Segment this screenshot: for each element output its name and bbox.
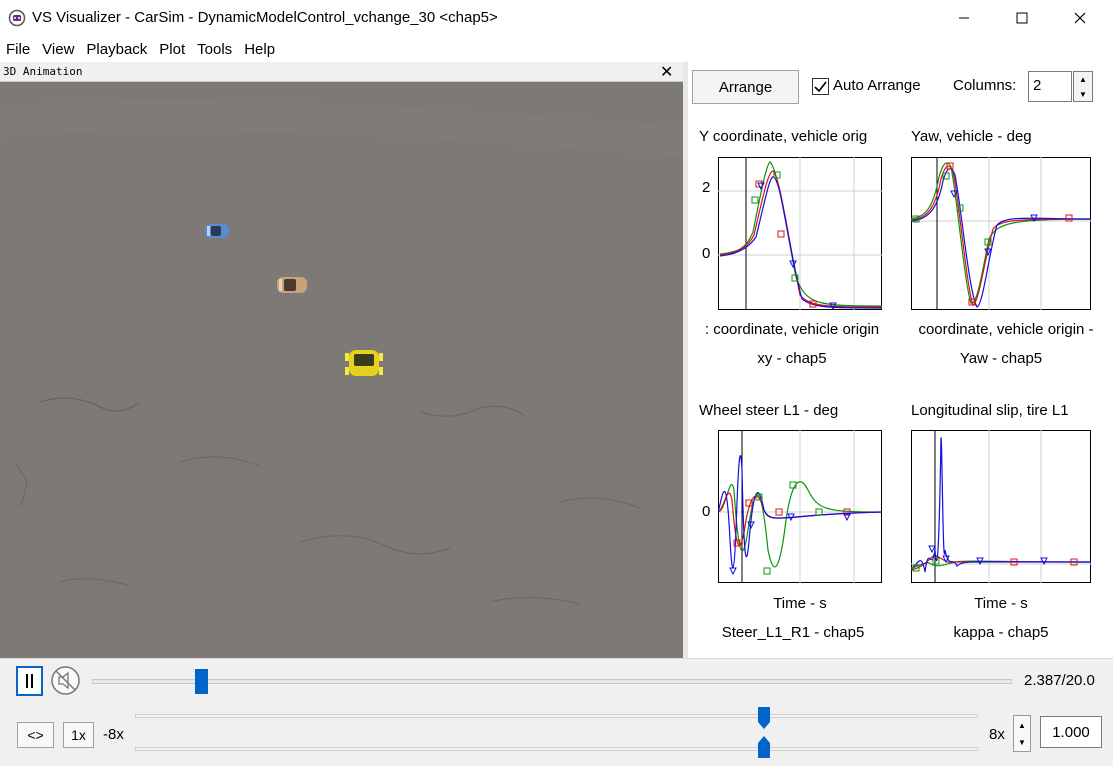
- close-window-button[interactable]: [1051, 0, 1109, 36]
- checkmark-icon: [814, 81, 827, 93]
- title-bar: VS Visualizer - CarSim - DynamicModelCon…: [0, 0, 1113, 36]
- animation-panel-header: 3D Animation ✕: [0, 62, 683, 82]
- tan-car-icon: [277, 277, 307, 293]
- menu-playback[interactable]: Playback: [80, 41, 153, 58]
- maximize-button[interactable]: [993, 0, 1051, 36]
- plot-caption: xy - chap5: [757, 350, 827, 367]
- plot-title: Y coordinate, vehicle orig: [699, 128, 868, 145]
- window-title: VS Visualizer - CarSim - DynamicModelCon…: [32, 9, 498, 26]
- pause-icon: [25, 674, 33, 688]
- plot-steer-chap5[interactable]: [718, 430, 882, 583]
- plot-kappa-chap5[interactable]: [911, 430, 1091, 583]
- max-speed-label: 8x: [989, 726, 1005, 743]
- minimize-button[interactable]: [935, 0, 993, 36]
- loop-button[interactable]: <>: [17, 722, 54, 748]
- plot-x-label: : coordinate, vehicle origin: [704, 321, 880, 338]
- spin-down-icon[interactable]: ▼: [1074, 87, 1092, 102]
- pause-button[interactable]: [16, 666, 43, 696]
- speed-input[interactable]: 1.000: [1040, 716, 1102, 748]
- speed-spinner[interactable]: ▲ ▼: [1013, 715, 1031, 752]
- plot-title: Longitudinal slip, tire L1: [911, 402, 1069, 419]
- speed-thumb-top-icon[interactable]: [757, 706, 771, 730]
- maximize-icon: [1016, 12, 1028, 24]
- yellow-car-icon: [345, 350, 383, 376]
- columns-label: Columns:: [953, 77, 1017, 94]
- menu-bar: File View Playback Plot Tools Help: [0, 36, 1113, 62]
- close-icon: [1074, 12, 1086, 24]
- plot-caption: Steer_L1_R1 - chap5: [721, 624, 865, 641]
- plot-yaw-chap5[interactable]: [911, 157, 1091, 310]
- speed-slider-top-rail: [135, 714, 978, 718]
- time-slider-track[interactable]: [92, 679, 1012, 684]
- plot-xy-chap5[interactable]: [718, 157, 882, 310]
- plot-title: Yaw, vehicle - deg: [911, 128, 1032, 145]
- plot-caption: kappa - chap5: [953, 624, 1049, 641]
- spin-up-icon[interactable]: ▲: [1014, 716, 1030, 734]
- menu-plot[interactable]: Plot: [153, 41, 191, 58]
- min-speed-label: -8x: [103, 726, 124, 743]
- columns-spinner[interactable]: ▲ ▼: [1073, 71, 1093, 102]
- plot-x-label: coordinate, vehicle origin -: [918, 321, 1094, 338]
- spin-up-icon[interactable]: ▲: [1074, 72, 1092, 87]
- speed-thumb-bottom-icon[interactable]: [757, 735, 771, 759]
- speed-slider-bottom-rail: [135, 747, 978, 751]
- spin-down-icon[interactable]: ▼: [1014, 734, 1030, 751]
- plot-x-label: Time - s: [773, 595, 827, 612]
- y-tick-label: 0: [702, 245, 711, 262]
- visualizer-window: VS Visualizer - CarSim - DynamicModelCon…: [0, 0, 1113, 766]
- animation-panel-title: 3D Animation: [3, 65, 83, 78]
- plot-panel: Arrange Auto Arrange Columns: 2 ▲ ▼ Y co…: [688, 62, 1113, 658]
- columns-input[interactable]: 2: [1028, 71, 1072, 102]
- auto-arrange-checkbox[interactable]: [812, 78, 829, 95]
- animation-close-button[interactable]: ✕: [660, 62, 673, 82]
- y-tick-label: 2: [702, 179, 711, 196]
- menu-view[interactable]: View: [36, 41, 80, 58]
- time-slider-thumb[interactable]: [194, 669, 208, 694]
- menu-help[interactable]: Help: [238, 41, 281, 58]
- ground-texture: [0, 82, 683, 658]
- time-readout: 2.387/20.0: [1024, 672, 1095, 689]
- blue-car-icon: [205, 224, 229, 238]
- plot-x-label: Time - s: [974, 595, 1028, 612]
- app-logo-icon: [8, 9, 26, 27]
- playback-controls: 2.387/20.0 <> 1x -8x 8x ▲ ▼ 1.000: [0, 658, 1113, 766]
- y-tick-label: 0: [702, 503, 711, 520]
- auto-arrange-label: Auto Arrange: [833, 77, 921, 94]
- speed-reset-button[interactable]: 1x: [63, 722, 94, 748]
- plot-caption: Yaw - chap5: [959, 350, 1043, 367]
- plot-title: Wheel steer L1 - deg: [699, 402, 839, 419]
- mute-sound-icon[interactable]: [50, 665, 81, 696]
- minimize-icon: [959, 17, 969, 19]
- arrange-button[interactable]: Arrange: [692, 70, 799, 104]
- menu-file[interactable]: File: [0, 41, 36, 58]
- 3d-animation-viewport[interactable]: [0, 82, 683, 658]
- menu-tools[interactable]: Tools: [191, 41, 238, 58]
